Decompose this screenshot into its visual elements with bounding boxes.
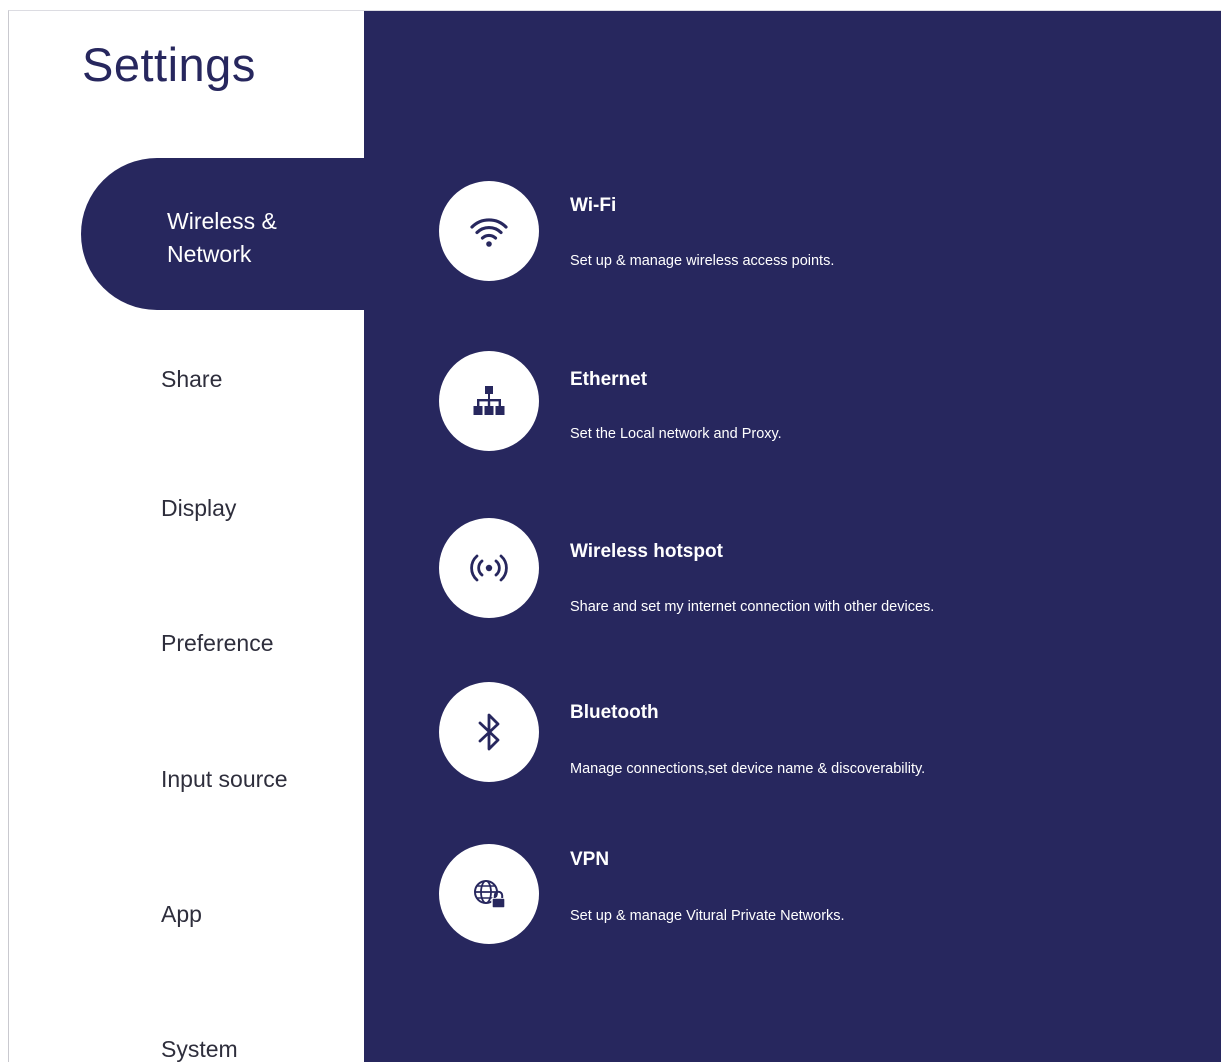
hotspot-icon (470, 554, 508, 582)
sidebar-item-share[interactable]: Share (161, 366, 222, 393)
hotspot-icon-button[interactable] (439, 518, 539, 618)
option-description: Set up & manage Vitural Private Networks… (570, 908, 845, 924)
option-description: Set up & manage wireless access points. (570, 253, 835, 269)
sidebar-item-label-line1: Wireless & (167, 208, 277, 234)
option-title: Ethernet (570, 369, 648, 390)
option-description: Share and set my internet connection wit… (570, 599, 935, 615)
tab-corner-top (314, 106, 364, 156)
sidebar-item-system[interactable]: System (161, 1036, 238, 1062)
bluetooth-icon (478, 713, 500, 751)
sidebar-item-app[interactable]: App (161, 901, 202, 928)
option-title: Wireless hotspot (570, 541, 723, 562)
vpn-icon-button[interactable] (439, 844, 539, 944)
ethernet-icon-button[interactable] (439, 351, 539, 451)
sidebar-item-display[interactable]: Display (161, 495, 236, 522)
ethernet-network-icon (473, 386, 505, 415)
sidebar-item-wireless-network[interactable]: Wireless & Network (81, 158, 381, 310)
sidebar-item-label: Wireless & Network (167, 205, 347, 271)
option-description: Manage connections,set device name & dis… (570, 761, 926, 777)
wifi-icon (470, 218, 508, 247)
option-title: Wi-Fi (570, 195, 617, 216)
settings-screen: Settings Share Display Preference Input … (8, 10, 1221, 1062)
option-title: Bluetooth (570, 702, 659, 723)
wifi-icon-button[interactable] (439, 181, 539, 281)
bluetooth-icon-button[interactable] (439, 682, 539, 782)
vpn-globe-lock-icon (474, 880, 506, 909)
sidebar-item-preference[interactable]: Preference (161, 630, 274, 657)
option-title: VPN (570, 849, 610, 870)
page-title: Settings (82, 38, 256, 91)
sidebar-item-label-line2: Network (167, 241, 252, 267)
option-description: Set the Local network and Proxy. (570, 426, 782, 442)
sidebar-item-input-source[interactable]: Input source (161, 766, 288, 793)
tab-corner-bottom (314, 310, 364, 360)
